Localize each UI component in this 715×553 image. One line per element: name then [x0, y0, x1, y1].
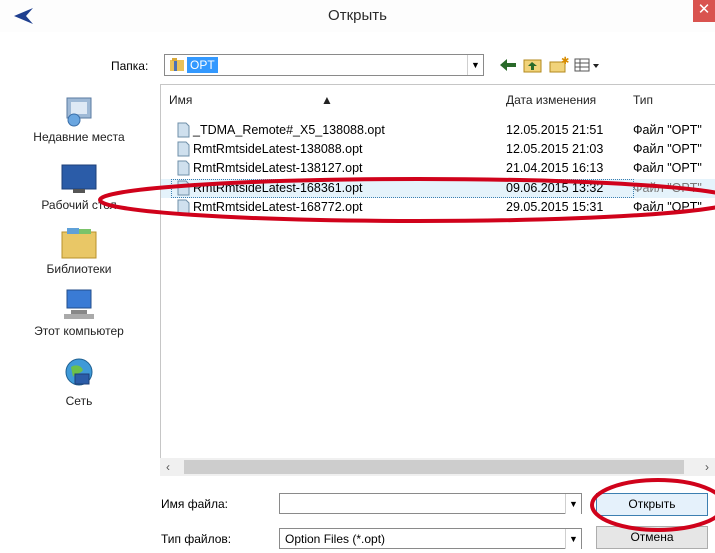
places-bar: Недавние места Рабочий стол Библиотеки Э…: [0, 86, 158, 471]
filename-input[interactable]: ▼: [279, 493, 582, 514]
up-folder-icon[interactable]: [522, 55, 544, 75]
back-icon[interactable]: [497, 55, 519, 75]
file-list[interactable]: ▲ Имя Дата изменения Тип _TDMA_Remote#_X…: [160, 84, 715, 476]
file-name: RmtRmtsideLatest-138127.opt: [193, 161, 363, 175]
file-type: Файл "OPT": [633, 161, 702, 175]
column-header: ▲ Имя Дата изменения Тип: [161, 85, 715, 111]
file-type: Файл "OPT": [633, 200, 702, 214]
filename-dropdown-icon[interactable]: ▼: [565, 494, 581, 514]
file-date: 12.05.2015 21:03: [506, 142, 604, 156]
file-name: RmtRmtsideLatest-168772.opt: [193, 200, 363, 214]
column-date[interactable]: Дата изменения: [506, 93, 596, 107]
column-name[interactable]: Имя: [169, 93, 192, 107]
column-type[interactable]: Тип: [633, 93, 653, 107]
file-type: Файл "OPT": [633, 181, 702, 195]
file-icon: [177, 141, 190, 157]
view-menu-icon[interactable]: [573, 55, 603, 75]
file-type: Файл "OPT": [633, 142, 702, 156]
toolbar-icons: ✱: [497, 55, 603, 75]
new-folder-icon[interactable]: ✱: [548, 55, 570, 75]
lookin-toolbar: Папка: OPT ▼ ✱: [0, 50, 715, 80]
network-icon: [65, 358, 93, 386]
file-icon: [177, 122, 190, 138]
place-recent[interactable]: Недавние места: [0, 92, 158, 144]
file-row[interactable]: _TDMA_Remote#_X5_138088.opt 12.05.2015 2…: [161, 121, 715, 140]
scrollbar-thumb[interactable]: [184, 460, 684, 474]
file-icon: [177, 180, 190, 196]
file-date: 09.06.2015 13:32: [506, 181, 604, 195]
file-name: RmtRmtsideLatest-138088.opt: [193, 142, 363, 156]
place-label: Этот компьютер: [34, 324, 124, 338]
file-type: Файл "OPT": [633, 123, 702, 137]
filename-label: Имя файла:: [161, 497, 228, 511]
place-label: Недавние места: [33, 130, 125, 144]
file-name: _TDMA_Remote#_X5_138088.opt: [193, 123, 385, 137]
place-libraries[interactable]: Библиотеки: [0, 226, 158, 276]
this-pc-icon: [64, 289, 94, 319]
file-row-selected[interactable]: RmtRmtsideLatest-168361.opt 09.06.2015 1…: [161, 179, 715, 198]
filetype-label: Тип файлов:: [161, 532, 232, 546]
place-network[interactable]: Сеть: [0, 356, 158, 408]
place-label: Рабочий стол: [41, 198, 117, 212]
file-row[interactable]: RmtRmtsideLatest-138127.opt 21.04.2015 1…: [161, 159, 715, 178]
libraries-icon: [61, 228, 97, 259]
cancel-button[interactable]: Отмена: [596, 526, 708, 549]
file-row[interactable]: RmtRmtsideLatest-138088.opt 12.05.2015 2…: [161, 140, 715, 159]
svg-text:✱: ✱: [561, 56, 569, 67]
place-label: Библиотеки: [46, 262, 112, 276]
lookin-combo[interactable]: OPT ▼: [164, 54, 484, 76]
lookin-value: OPT: [187, 57, 218, 73]
filetype-dropdown-icon[interactable]: ▼: [565, 529, 581, 549]
file-icon: [177, 199, 190, 215]
file-date: 21.04.2015 16:13: [506, 161, 604, 175]
scroll-right-icon[interactable]: ›: [705, 460, 709, 474]
open-button[interactable]: Открыть: [596, 493, 708, 516]
title-bar: Открыть ✕: [0, 0, 715, 32]
dialog-title: Открыть: [328, 7, 387, 24]
recent-places-icon: [66, 97, 92, 127]
file-name: RmtRmtsideLatest-168361.opt: [193, 181, 363, 195]
place-label: Сеть: [65, 394, 93, 408]
file-date: 29.05.2015 15:31: [506, 200, 604, 214]
filetype-value: Option Files (*.opt): [285, 532, 386, 546]
file-row[interactable]: RmtRmtsideLatest-168772.opt 29.05.2015 1…: [161, 198, 715, 217]
place-this-pc[interactable]: Этот компьютер: [0, 286, 158, 338]
folder-icon: [170, 58, 184, 71]
lookin-label: Папка:: [111, 59, 149, 73]
lookin-dropdown-icon[interactable]: ▼: [467, 55, 483, 75]
close-button[interactable]: ✕: [693, 0, 715, 22]
place-desktop[interactable]: Рабочий стол: [0, 162, 158, 212]
scroll-left-icon[interactable]: ‹: [166, 460, 170, 474]
horizontal-scrollbar[interactable]: ‹ ›: [160, 458, 715, 476]
file-date: 12.05.2015 21:51: [506, 123, 604, 137]
filetype-select[interactable]: Option Files (*.opt) ▼: [279, 528, 582, 549]
desktop-icon: [61, 164, 97, 193]
sort-arrow-icon: ▲: [321, 93, 333, 107]
file-icon: [177, 160, 190, 176]
